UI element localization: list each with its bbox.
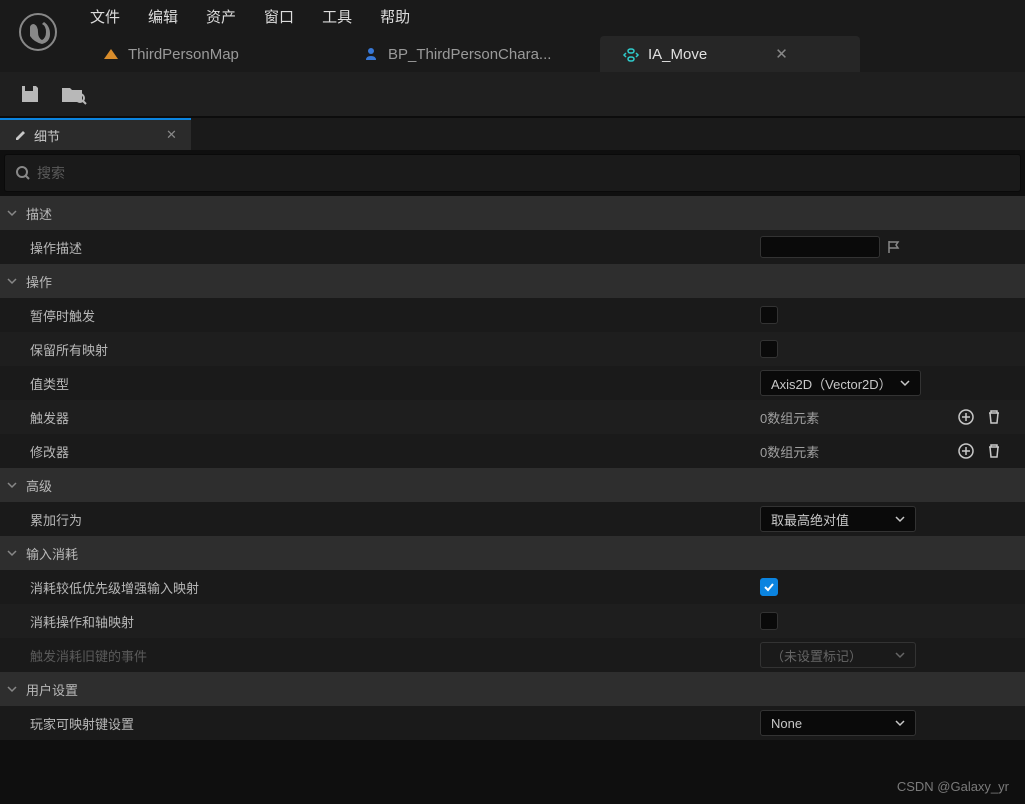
panel-tabs: 细节 ✕ <box>0 118 1025 150</box>
row-trigger-consumed-events: 触发消耗旧键的事件 （未设置标记） <box>0 638 1025 672</box>
category-description[interactable]: 描述 <box>0 196 1025 230</box>
properties-panel: 描述 操作描述 操作 暂停时触发 保留所有映射 值类型 Axis2D（Vecto… <box>0 196 1025 740</box>
prop-label: 消耗较低优先级增强输入映射 <box>30 578 760 597</box>
add-icon[interactable] <box>955 440 977 462</box>
checkbox-consume-lower[interactable] <box>760 578 778 596</box>
checkbox-trigger-when-paused[interactable] <box>760 306 778 324</box>
menu-edit[interactable]: 编辑 <box>134 0 192 33</box>
tab-label: IA_Move <box>648 46 707 63</box>
save-button[interactable] <box>14 78 46 110</box>
tab-thirdpersonmap[interactable]: ThirdPersonMap <box>80 36 340 72</box>
blueprint-icon <box>362 45 380 63</box>
edit-icon <box>14 128 28 142</box>
prop-label: 修改器 <box>30 442 760 461</box>
chevron-down-icon <box>895 718 905 728</box>
menu-tool[interactable]: 工具 <box>308 0 366 33</box>
details-panel-tab[interactable]: 细节 ✕ <box>0 118 191 150</box>
flag-icon[interactable] <box>886 239 902 255</box>
dropdown-value-type[interactable]: Axis2D（Vector2D） <box>760 370 921 396</box>
chevron-down-icon <box>6 207 18 219</box>
toolbar <box>0 72 1025 118</box>
chevron-down-icon <box>900 378 910 388</box>
chevron-down-icon <box>6 275 18 287</box>
watermark: CSDN @Galaxy_yr <box>897 779 1009 794</box>
add-icon[interactable] <box>955 406 977 428</box>
input-action-icon <box>622 45 640 63</box>
category-title: 描述 <box>26 204 52 223</box>
menu-window[interactable]: 窗口 <box>250 0 308 33</box>
category-title: 输入消耗 <box>26 544 78 563</box>
asset-tabs: ThirdPersonMap BP_ThirdPersonChara... IA… <box>0 32 1025 72</box>
dropdown-value: None <box>771 716 802 731</box>
dropdown-value: （未设置标记） <box>771 646 862 665</box>
prop-label: 操作描述 <box>30 238 760 257</box>
panel-title: 细节 <box>34 126 60 145</box>
row-trigger-when-paused: 暂停时触发 <box>0 298 1025 332</box>
checkbox-reserve-all-mappings[interactable] <box>760 340 778 358</box>
row-consume-axis: 消耗操作和轴映射 <box>0 604 1025 638</box>
menubar: 文件 编辑 资产 窗口 工具 帮助 <box>0 0 1025 32</box>
row-value-type: 值类型 Axis2D（Vector2D） <box>0 366 1025 400</box>
chevron-down-icon <box>895 650 905 660</box>
dropdown-value: Axis2D（Vector2D） <box>771 374 892 393</box>
action-description-input[interactable] <box>760 236 880 258</box>
category-title: 高级 <box>26 476 52 495</box>
array-count: 0数组元素 <box>760 408 819 427</box>
prop-label: 累加行为 <box>30 510 760 529</box>
trash-icon[interactable] <box>983 406 1005 428</box>
prop-label: 值类型 <box>30 374 760 393</box>
row-reserve-all-mappings: 保留所有映射 <box>0 332 1025 366</box>
menu-file[interactable]: 文件 <box>76 0 134 33</box>
dropdown-accumulation-behavior[interactable]: 取最高绝对值 <box>760 506 916 532</box>
row-action-description: 操作描述 <box>0 230 1025 264</box>
menu-help[interactable]: 帮助 <box>366 0 424 33</box>
dropdown-trigger-consumed-events: （未设置标记） <box>760 642 916 668</box>
prop-label: 触发器 <box>30 408 760 427</box>
row-modifiers: 修改器 0数组元素 <box>0 434 1025 468</box>
chevron-down-icon <box>6 683 18 695</box>
dropdown-player-mappable[interactable]: None <box>760 710 916 736</box>
row-consume-lower: 消耗较低优先级增强输入映射 <box>0 570 1025 604</box>
level-icon <box>102 45 120 63</box>
row-player-mappable: 玩家可映射键设置 None <box>0 706 1025 740</box>
search-input[interactable] <box>37 165 1010 181</box>
category-user-settings[interactable]: 用户设置 <box>0 672 1025 706</box>
array-count: 0数组元素 <box>760 442 819 461</box>
prop-label: 保留所有映射 <box>30 340 760 359</box>
category-title: 操作 <box>26 272 52 291</box>
close-icon[interactable]: ✕ <box>775 45 788 63</box>
prop-label: 消耗操作和轴映射 <box>30 612 760 631</box>
trash-icon[interactable] <box>983 440 1005 462</box>
prop-label: 暂停时触发 <box>30 306 760 325</box>
chevron-down-icon <box>6 479 18 491</box>
prop-label: 玩家可映射键设置 <box>30 714 760 733</box>
menu-asset[interactable]: 资产 <box>192 0 250 33</box>
checkbox-consume-axis[interactable] <box>760 612 778 630</box>
tab-label: BP_ThirdPersonChara... <box>388 46 551 63</box>
category-advanced[interactable]: 高级 <box>0 468 1025 502</box>
tab-label: ThirdPersonMap <box>128 46 239 63</box>
search-row <box>4 154 1021 192</box>
prop-label: 触发消耗旧键的事件 <box>30 646 760 665</box>
dropdown-value: 取最高绝对值 <box>771 510 849 529</box>
tab-ia-move[interactable]: IA_Move ✕ <box>600 36 860 72</box>
category-title: 用户设置 <box>26 680 78 699</box>
close-icon[interactable]: ✕ <box>166 127 177 143</box>
row-triggers: 触发器 0数组元素 <box>0 400 1025 434</box>
category-input-consumption[interactable]: 输入消耗 <box>0 536 1025 570</box>
search-icon <box>15 165 31 181</box>
row-accumulation-behavior: 累加行为 取最高绝对值 <box>0 502 1025 536</box>
category-action[interactable]: 操作 <box>0 264 1025 298</box>
chevron-down-icon <box>895 514 905 524</box>
browse-button[interactable] <box>58 78 90 110</box>
chevron-down-icon <box>6 547 18 559</box>
tab-bp-thirdpersoncharacter[interactable]: BP_ThirdPersonChara... <box>340 36 600 72</box>
unreal-logo <box>8 2 68 62</box>
